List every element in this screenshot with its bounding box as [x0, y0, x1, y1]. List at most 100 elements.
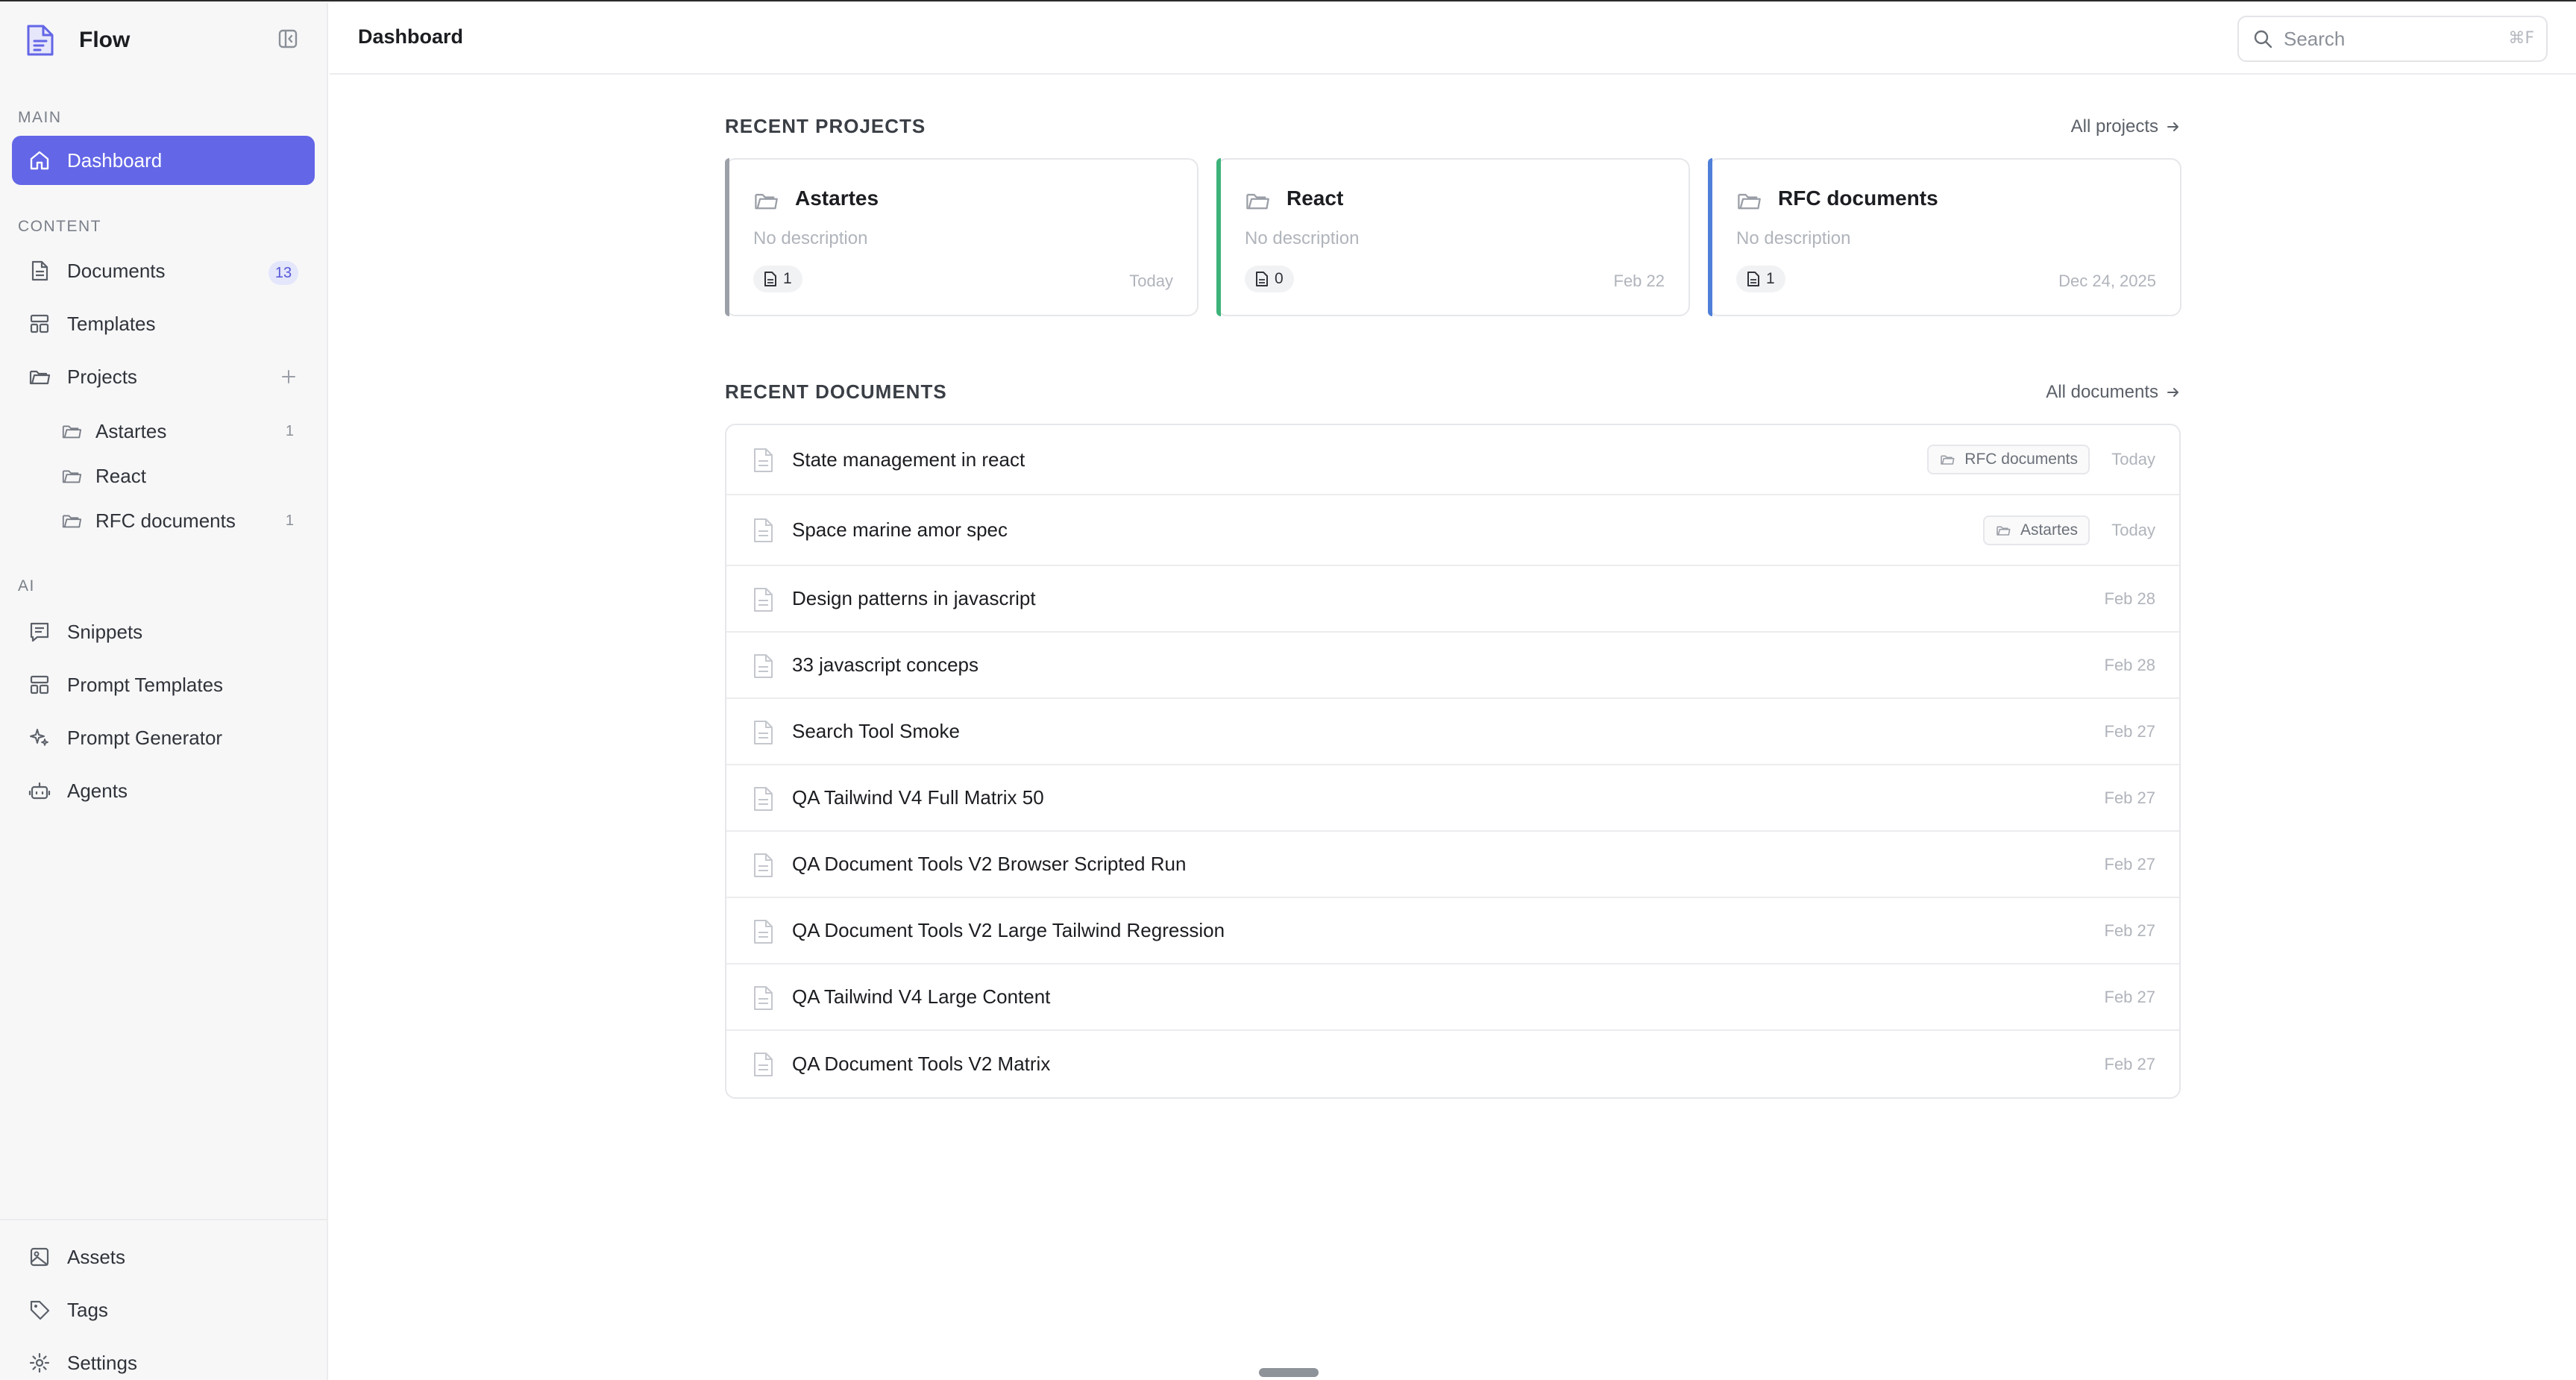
project-card-react[interactable]: React No description 0 Feb 22 — [1216, 158, 1690, 316]
snippet-icon — [27, 619, 52, 644]
folder-icon — [1997, 526, 2011, 536]
document-icon — [754, 986, 773, 1010]
collapse-sidebar-button[interactable] — [276, 27, 300, 51]
sidebar-item-dashboard[interactable]: Dashboard — [12, 136, 315, 185]
project-tag-label: RFC documents — [1964, 451, 2078, 468]
project-count: 1 — [285, 512, 294, 529]
table-row[interactable]: QA Document Tools V2 Large Tailwind Regr… — [726, 898, 2179, 965]
search-input[interactable] — [2284, 27, 2492, 51]
document-title: 33 javascript conceps — [792, 653, 979, 676]
sidebar-item-assets[interactable]: Assets — [12, 1232, 315, 1282]
app-name: Flow — [79, 28, 131, 52]
arrow-right-icon — [2167, 388, 2178, 397]
document-icon — [754, 588, 773, 612]
section-label-ai: AI — [18, 577, 35, 595]
document-project-tag[interactable]: RFC documents — [1927, 445, 2090, 474]
sidebar-item-label: Snippets — [67, 620, 143, 643]
document-icon — [754, 721, 773, 744]
folder-icon — [1738, 193, 1761, 210]
document-icon — [754, 448, 773, 472]
sidebar-toggle-icon — [278, 29, 298, 48]
sidebar-item-documents[interactable]: Documents 13 — [12, 246, 315, 295]
sidebar-project-react[interactable]: React — [60, 456, 283, 496]
table-row[interactable]: Design patterns in javascript Feb 28 — [726, 566, 2179, 633]
plus-icon — [282, 370, 295, 383]
project-date: Feb 22 — [1613, 272, 1665, 290]
folder-icon — [60, 464, 84, 488]
document-icon — [754, 920, 773, 944]
document-date: Feb 27 — [2104, 721, 2156, 741]
document-icon — [764, 272, 776, 286]
sidebar-item-templates[interactable]: Templates — [12, 299, 315, 348]
document-icon — [754, 1053, 773, 1076]
document-title: Design patterns in javascript — [792, 587, 1036, 609]
table-row[interactable]: QA Document Tools V2 Browser Scripted Ru… — [726, 832, 2179, 898]
document-icon — [27, 258, 52, 283]
search-shortcut-hint: ⌘F — [2508, 29, 2534, 48]
document-project-tag[interactable]: Astartes — [1982, 515, 2090, 545]
table-row[interactable]: QA Tailwind V4 Large Content Feb 27 — [726, 965, 2179, 1031]
document-date: Feb 27 — [2104, 987, 2156, 1006]
project-description: No description — [753, 228, 868, 248]
search-icon — [2254, 30, 2272, 48]
document-title: State management in react — [792, 448, 1025, 471]
document-title: QA Document Tools V2 Browser Scripted Ru… — [792, 853, 1187, 875]
tag-icon — [27, 1297, 52, 1323]
folder-icon — [27, 364, 52, 389]
document-icon — [1747, 272, 1759, 286]
home-icon — [27, 148, 52, 173]
table-row[interactable]: Search Tool Smoke Feb 27 — [726, 699, 2179, 765]
doc-count-value: 0 — [1275, 270, 1284, 287]
sidebar-item-settings[interactable]: Settings — [12, 1338, 315, 1380]
table-row[interactable]: State management in react RFC documents … — [726, 425, 2179, 495]
sparkles-icon — [27, 725, 52, 750]
document-date: Feb 27 — [2104, 1054, 2156, 1073]
project-doc-count: 1 — [1736, 266, 1785, 292]
sidebar-item-label: Prompt Generator — [67, 726, 223, 749]
project-count: 1 — [285, 422, 294, 439]
sidebar: Flow MAIN Dashboard CONTENT Documents 13 — [0, 3, 328, 1380]
all-projects-link[interactable]: All projects — [2071, 116, 2181, 137]
project-label: Astartes — [95, 419, 167, 442]
project-description: No description — [1736, 228, 1851, 248]
project-name: React — [1287, 186, 1344, 210]
sidebar-item-tags[interactable]: Tags — [12, 1285, 315, 1334]
doc-count-value: 1 — [1766, 270, 1775, 287]
sidebar-item-projects[interactable]: Projects — [12, 352, 315, 401]
all-documents-link[interactable]: All documents — [2046, 382, 2181, 403]
sidebar-project-rfc-documents[interactable]: RFC documents 1 — [60, 501, 294, 541]
arrow-right-icon — [2167, 122, 2178, 131]
all-projects-label: All projects — [2070, 116, 2158, 137]
brand[interactable]: Flow — [25, 22, 130, 58]
search-box[interactable]: ⌘F — [2237, 16, 2548, 62]
add-project-button[interactable] — [277, 366, 300, 388]
recent-documents-list: State management in react RFC documents … — [725, 424, 2181, 1099]
documents-count-badge: 13 — [268, 261, 298, 285]
app-window: Flow MAIN Dashboard CONTENT Documents 13 — [0, 0, 2576, 1380]
project-tag-label: Astartes — [2020, 521, 2078, 539]
project-color-bar — [1708, 158, 1712, 316]
folder-icon — [1941, 455, 1955, 465]
sidebar-item-label: Tags — [67, 1298, 108, 1321]
page-title: Dashboard — [358, 25, 464, 48]
document-title: QA Tailwind V4 Large Content — [792, 985, 1051, 1008]
table-row[interactable]: QA Tailwind V4 Full Matrix 50 Feb 27 — [726, 765, 2179, 832]
table-row[interactable]: QA Document Tools V2 Matrix Feb 27 — [726, 1031, 2179, 1097]
sidebar-project-astartes[interactable]: Astartes 1 — [60, 411, 294, 451]
sidebar-item-label: Templates — [67, 312, 156, 335]
sidebar-item-label: Prompt Templates — [67, 673, 224, 696]
table-row[interactable]: Space marine amor spec Astartes Today — [726, 495, 2179, 566]
sidebar-item-prompt-generator[interactable]: Prompt Generator — [12, 713, 315, 762]
sidebar-item-agents[interactable]: Agents — [12, 766, 315, 815]
table-row[interactable]: 33 javascript conceps Feb 28 — [726, 633, 2179, 699]
project-card-rfc-documents[interactable]: RFC documents No description 1 Dec 24, 2… — [1708, 158, 2181, 316]
sidebar-item-snippets[interactable]: Snippets — [12, 607, 315, 656]
sidebar-divider — [0, 1219, 328, 1220]
project-description: No description — [1245, 228, 1360, 248]
project-card-astartes[interactable]: Astartes No description 1 Today — [725, 158, 1199, 316]
project-color-bar — [725, 158, 729, 316]
document-title: QA Document Tools V2 Matrix — [792, 1053, 1051, 1075]
sidebar-item-prompt-templates[interactable]: Prompt Templates — [12, 660, 315, 709]
bottom-drag-handle[interactable] — [1259, 1368, 1319, 1377]
project-label: React — [95, 464, 146, 487]
